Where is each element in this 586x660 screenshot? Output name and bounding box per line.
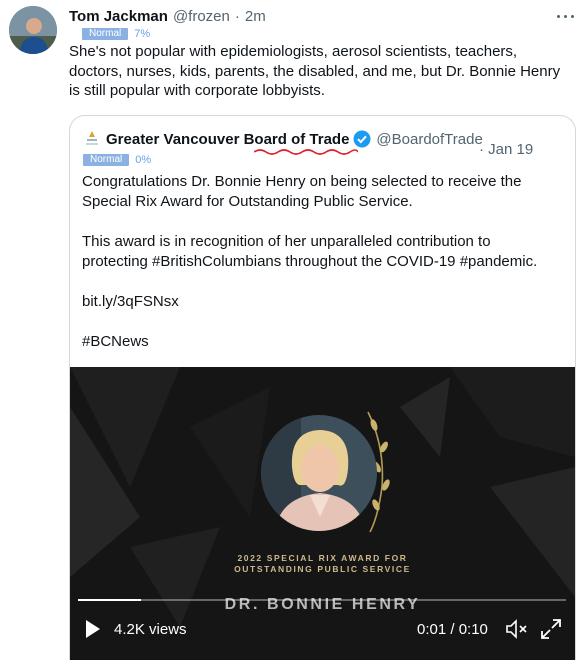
classification-label: Normal 7% [82,28,150,40]
red-underline-annotation [254,148,358,155]
quoted-tweet-timestamp[interactable]: · Jan 19 [479,141,533,158]
author-name[interactable]: Tom Jackman [69,8,168,25]
quoted-tweet[interactable]: Greater Vancouver Board of Trade @Boardo… [69,115,576,660]
mute-icon[interactable] [505,618,529,640]
video-player[interactable]: 2022 SPECIAL RIX AWARD FOR OUTSTANDING P… [70,367,575,660]
verified-badge-icon [353,130,371,148]
quoted-classification-label: Normal 0% [83,154,151,166]
play-icon[interactable] [85,620,101,638]
video-progress-fill [78,599,142,601]
quoted-tweet-text: Congratulations Dr. Bonnie Henry on bein… [82,173,538,350]
tweet-timestamp[interactable]: 2m [245,8,266,25]
fullscreen-icon[interactable] [540,618,562,640]
quoted-tweet-header: Greater Vancouver Board of Trade @Boardo… [84,128,483,155]
quoted-label-badge: Normal [83,154,130,166]
board-of-trade-logo-icon [86,131,98,145]
award-title-line-1: 2022 SPECIAL RIX AWARD FOR [237,553,408,563]
more-icon[interactable] [555,6,577,26]
author-avatar[interactable] [9,6,57,54]
separator-dot: · [234,7,240,25]
tweet-header: Tom Jackman @frozen · 2m [69,6,266,26]
award-title-line-2: OUTSTANDING PUBLIC SERVICE [234,564,411,574]
quoted-author-name[interactable]: Greater Vancouver Board of Trade [106,131,358,155]
video-controls: 4.2K views 0:01 / 0:10 [70,609,575,649]
author-handle[interactable]: @frozen [173,8,230,25]
label-percent: 7% [134,28,151,40]
view-count: 4.2K views [114,621,187,638]
quoted-label-percent: 0% [135,154,152,166]
tweet-text: She's not popular with epidemiologists, … [69,43,561,99]
quoted-author-handle[interactable]: @BoardofTrade [376,131,482,148]
video-progress-bar[interactable] [78,599,566,601]
video-timecode: 0:01 / 0:10 [417,621,488,638]
label-badge: Normal [82,28,129,40]
